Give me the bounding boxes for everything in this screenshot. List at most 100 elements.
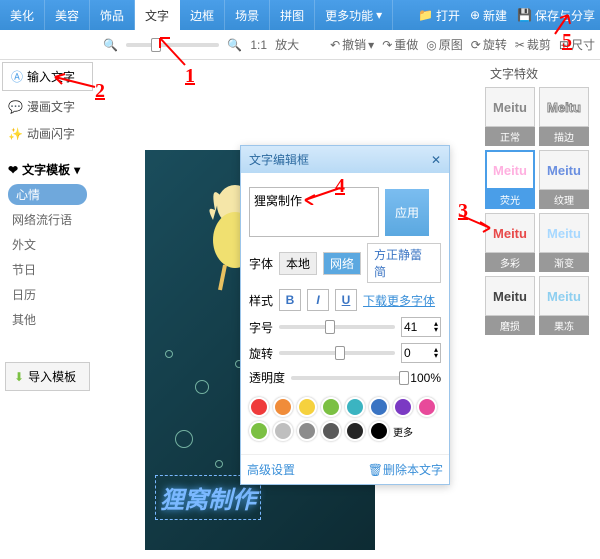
- crop-label: 裁剪: [527, 36, 551, 53]
- color-swatch[interactable]: [297, 397, 317, 417]
- delete-text-link[interactable]: 🗑删除本文字: [368, 461, 443, 478]
- color-swatch[interactable]: [369, 397, 389, 417]
- spinner-arrows[interactable]: ▴▾: [434, 321, 438, 333]
- effect-preview: Meitu: [539, 87, 589, 127]
- original-button[interactable]: ◎原图: [426, 36, 463, 53]
- download-fonts-link[interactable]: 下载更多字体: [363, 292, 435, 309]
- redo-button[interactable]: ↷重做: [382, 36, 418, 53]
- color-swatch[interactable]: [249, 421, 269, 441]
- template-festival[interactable]: 节日: [0, 257, 95, 282]
- effect-label: 纹理: [539, 190, 589, 209]
- color-swatch[interactable]: [297, 421, 317, 441]
- import-template-button[interactable]: ⬇导入模板: [5, 362, 90, 391]
- color-swatch[interactable]: [345, 397, 365, 417]
- effect-label: 荧光: [485, 190, 535, 209]
- more-colors-button[interactable]: 更多: [393, 424, 413, 439]
- effect-label: 正常: [485, 127, 535, 146]
- opacity-thumb[interactable]: [399, 371, 409, 385]
- arrow-1: [150, 30, 190, 70]
- color-swatch[interactable]: [369, 421, 389, 441]
- tab-cosmetic[interactable]: 美容: [45, 0, 90, 30]
- size-spinner[interactable]: 41 ▴▾: [401, 317, 441, 337]
- effect-item[interactable]: Meitu纹理: [539, 150, 589, 209]
- color-swatch[interactable]: [345, 421, 365, 441]
- template-calendar[interactable]: 日历: [0, 282, 95, 307]
- color-swatch[interactable]: [273, 397, 293, 417]
- effect-item[interactable]: Meitu荧光: [485, 150, 535, 209]
- open-button[interactable]: 📁打开: [418, 7, 460, 24]
- effect-preview: Meitu: [539, 213, 589, 253]
- tab-ornament[interactable]: 饰品: [90, 0, 135, 30]
- open-label: 打开: [436, 7, 460, 24]
- sparkle-icon: ✨: [8, 127, 23, 141]
- spinner-arrows[interactable]: ▴▾: [434, 347, 438, 359]
- text-templates: ❤文字模板▾ 心情 网络流行语 外文 节日 日历 其他: [0, 157, 95, 332]
- rotate-button[interactable]: ⟳旋转: [471, 36, 507, 53]
- crop-button[interactable]: ✂裁剪: [515, 36, 551, 53]
- trash-icon: 🗑: [368, 463, 383, 477]
- effect-item[interactable]: Meitu果冻: [539, 276, 589, 335]
- annotation-5: 5: [562, 30, 572, 53]
- comic-text-button[interactable]: 💬漫画文字: [0, 93, 95, 120]
- font-local-tab[interactable]: 本地: [279, 252, 317, 275]
- close-icon[interactable]: ✕: [431, 153, 441, 167]
- zoom-ratio[interactable]: 1:1: [250, 38, 267, 52]
- template-mood[interactable]: 心情: [8, 184, 87, 205]
- tab-frame[interactable]: 边框: [180, 0, 225, 30]
- effect-item[interactable]: Meitu正常: [485, 87, 535, 146]
- template-other[interactable]: 其他: [0, 307, 95, 332]
- effect-item[interactable]: Meitu磨损: [485, 276, 535, 335]
- size-slider[interactable]: [279, 325, 395, 329]
- effect-item[interactable]: Meitu描边: [539, 87, 589, 146]
- tab-scene[interactable]: 场景: [225, 0, 270, 30]
- color-swatch[interactable]: [321, 421, 341, 441]
- effect-preview: Meitu: [485, 87, 535, 127]
- effect-preview: Meitu: [485, 150, 535, 190]
- tab-beautify[interactable]: 美化: [0, 0, 45, 30]
- zoom-large[interactable]: 放大: [275, 36, 299, 53]
- folder-icon: 📁: [418, 8, 433, 22]
- color-swatch[interactable]: [417, 397, 437, 417]
- import-label: 导入模板: [28, 368, 76, 385]
- font-net-tab[interactable]: 网络: [323, 252, 361, 275]
- color-swatch[interactable]: [249, 397, 269, 417]
- tab-text[interactable]: 文字: [135, 0, 180, 30]
- effect-item[interactable]: Meitu渐变: [539, 213, 589, 272]
- template-foreign[interactable]: 外文: [0, 232, 95, 257]
- rotate-spinner[interactable]: 0▴▾: [401, 343, 441, 363]
- zoom-out-button[interactable]: 🔍: [103, 38, 118, 52]
- color-swatch[interactable]: [273, 421, 293, 441]
- effect-preview: Meitu: [539, 150, 589, 190]
- left-panel: Ⓐ输入文字 💬漫画文字 ✨动画闪字 ❤文字模板▾ 心情 网络流行语 外文 节日 …: [0, 60, 95, 421]
- template-netslang[interactable]: 网络流行语: [0, 207, 95, 232]
- redo-label: 重做: [394, 36, 418, 53]
- bold-button[interactable]: B: [279, 289, 301, 311]
- tab-collage[interactable]: 拼图: [270, 0, 315, 30]
- underline-button[interactable]: U: [335, 289, 357, 311]
- opacity-slider[interactable]: [291, 376, 404, 380]
- tab-more[interactable]: 更多功能▾: [315, 0, 393, 30]
- zoom-in-button[interactable]: 🔍: [227, 38, 242, 52]
- size-label: 字号: [249, 319, 273, 336]
- dialog-title-label: 文字编辑框: [249, 151, 309, 168]
- rotate-thumb[interactable]: [335, 346, 345, 360]
- effect-preview: Meitu: [539, 276, 589, 316]
- italic-button[interactable]: I: [307, 289, 329, 311]
- opacity-label: 透明度: [249, 369, 285, 386]
- undo-button[interactable]: ↶撤销▾: [330, 36, 374, 53]
- rotate-slider[interactable]: [279, 351, 395, 355]
- new-label: 新建: [483, 7, 507, 24]
- size-value: 41: [404, 320, 417, 334]
- templates-header[interactable]: ❤文字模板▾: [0, 157, 95, 182]
- advanced-settings-link[interactable]: 高级设置: [247, 461, 295, 478]
- anim-text-button[interactable]: ✨动画闪字: [0, 120, 95, 147]
- font-name-select[interactable]: 方正静蕾简: [367, 243, 441, 283]
- color-swatch[interactable]: [393, 397, 413, 417]
- new-button[interactable]: ⊕新建: [470, 7, 507, 24]
- style-label: 样式: [249, 292, 273, 309]
- color-swatch[interactable]: [321, 397, 341, 417]
- size-thumb[interactable]: [325, 320, 335, 334]
- chevron-down-icon: ▾: [376, 8, 382, 22]
- apply-button[interactable]: 应用: [385, 189, 429, 236]
- dialog-titlebar[interactable]: 文字编辑框 ✕: [241, 146, 449, 173]
